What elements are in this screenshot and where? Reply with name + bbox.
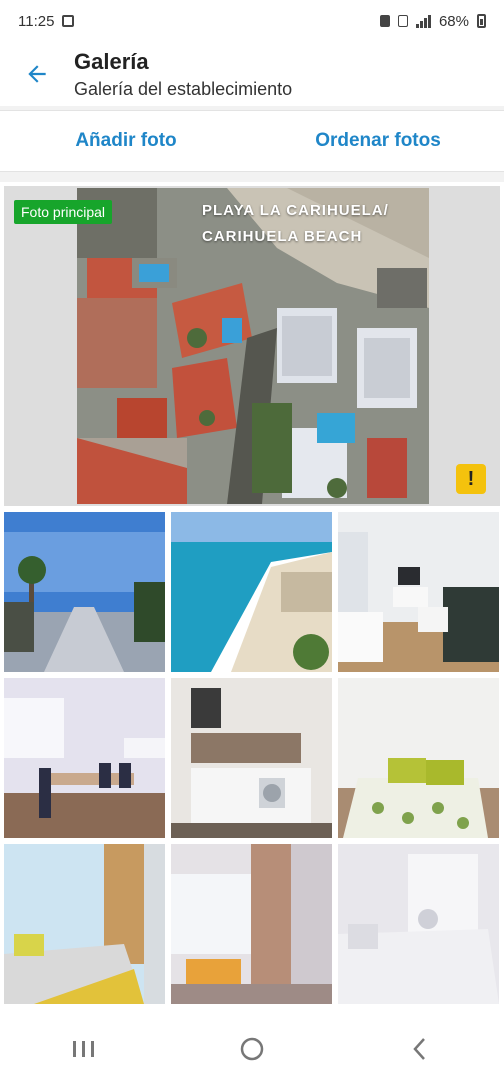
bedroom-window-image bbox=[171, 844, 332, 1004]
home-icon bbox=[240, 1037, 264, 1060]
photo-thumbnail[interactable] bbox=[4, 512, 165, 672]
sort-photos-button[interactable]: Ordenar fotos bbox=[252, 130, 504, 152]
status-time: 11:25 bbox=[18, 12, 55, 30]
promenade-image bbox=[4, 512, 165, 672]
photo-thumbnail[interactable] bbox=[338, 844, 499, 1004]
photo-gallery: PLAYA LA CARIHUELA/ CARIHUELA BEACH Foto… bbox=[0, 182, 504, 1017]
notification-icon bbox=[62, 15, 75, 27]
beach-aerial-image bbox=[171, 512, 332, 672]
main-photo-badge: Foto principal bbox=[14, 200, 113, 224]
page-title: Galería bbox=[74, 48, 149, 74]
battery-percent: 68% bbox=[438, 12, 469, 30]
status-right: 68% bbox=[379, 12, 486, 30]
action-bar: Añadir foto Ordenar fotos bbox=[0, 110, 504, 172]
main-photo[interactable]: PLAYA LA CARIHUELA/ CARIHUELA BEACH bbox=[77, 188, 429, 504]
warning-icon[interactable]: ! bbox=[456, 464, 486, 494]
page-subtitle: Galería del establecimiento bbox=[74, 78, 293, 99]
status-bar: 11:25 68% bbox=[0, 0, 504, 42]
bedroom-yellow-image bbox=[4, 844, 165, 1004]
recents-button[interactable] bbox=[44, 1024, 124, 1074]
photo-thumbnail[interactable] bbox=[4, 844, 165, 1004]
status-left: 11:25 bbox=[18, 12, 75, 30]
photo-caption-line1: PLAYA LA CARIHUELA/ bbox=[202, 202, 389, 219]
back-button[interactable] bbox=[0, 42, 74, 106]
photo-thumbnail[interactable] bbox=[171, 844, 332, 1004]
recents-icon bbox=[73, 1040, 94, 1057]
photo-caption-line2: CARIHUELA BEACH bbox=[202, 228, 363, 245]
home-button[interactable] bbox=[212, 1024, 292, 1074]
back-nav-button[interactable] bbox=[380, 1024, 460, 1074]
signal-icon bbox=[415, 14, 431, 28]
battery-icon bbox=[477, 14, 486, 28]
kitchen-image bbox=[171, 678, 332, 838]
back-nav-icon bbox=[413, 1037, 425, 1060]
photo-thumbnail[interactable] bbox=[171, 678, 332, 838]
photo-caption: PLAYA LA CARIHUELA/ CARIHUELA BEACH bbox=[202, 198, 389, 250]
app-bar: Galería Galería del establecimiento bbox=[0, 42, 504, 106]
living-room-image bbox=[338, 512, 499, 672]
photo-thumbnail[interactable] bbox=[171, 512, 332, 672]
dining-room-image bbox=[4, 678, 165, 838]
add-photo-button[interactable]: Añadir foto bbox=[0, 130, 252, 152]
photo-thumbnail[interactable] bbox=[4, 678, 165, 838]
back-arrow-icon bbox=[28, 65, 46, 83]
data-icon bbox=[397, 15, 408, 27]
photo-thumbnail[interactable] bbox=[338, 512, 499, 672]
alarm-icon bbox=[379, 15, 390, 27]
photo-thumbnail[interactable] bbox=[338, 678, 499, 838]
bedroom-image bbox=[338, 678, 499, 838]
header-titles: Galería Galería del establecimiento bbox=[74, 49, 292, 100]
system-nav-bar bbox=[0, 1017, 504, 1080]
bedroom-white-image bbox=[338, 844, 499, 1004]
main-photo-card[interactable]: PLAYA LA CARIHUELA/ CARIHUELA BEACH Foto… bbox=[4, 186, 500, 506]
